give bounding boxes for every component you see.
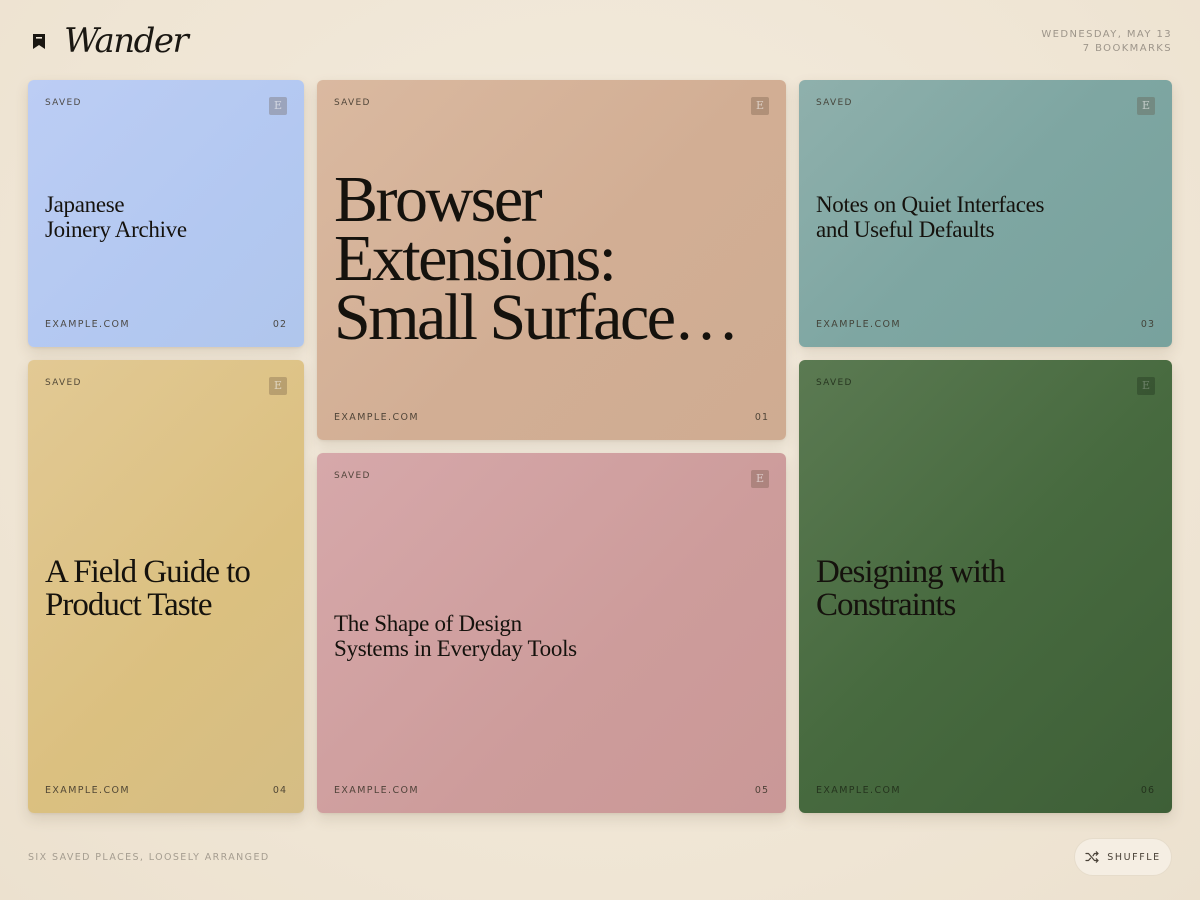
site-badge: E xyxy=(269,377,287,395)
saved-label: SAVED xyxy=(816,98,853,108)
shuffle-icon xyxy=(1085,850,1099,864)
shuffle-label: SHUFFLE xyxy=(1107,851,1161,863)
card-domain: EXAMPLE.COM xyxy=(45,319,130,330)
current-date: WEDNESDAY, MAY 13 xyxy=(1041,29,1172,40)
site-badge: E xyxy=(1137,97,1155,115)
header: Wander WEDNESDAY, MAY 13 7 BOOKMARKS xyxy=(28,18,1172,68)
title-line: Extensions: xyxy=(334,222,617,295)
app-logo[interactable]: Wander xyxy=(28,21,189,61)
title-line: Systems in Everyday Tools xyxy=(334,636,577,661)
title-line: A Field Guide to xyxy=(45,554,251,590)
bookmark-card[interactable]: SAVED E Notes on Quiet Interfaces and Us… xyxy=(799,80,1172,347)
title-line: Product Taste xyxy=(45,587,212,623)
card-title: Japanese Joinery Archive xyxy=(45,192,287,242)
title-line: Designing with xyxy=(816,554,1006,590)
card-number: 05 xyxy=(754,785,769,796)
footer-caption: SIX SAVED PLACES, LOOSELY ARRANGED xyxy=(28,852,270,863)
title-line: Joinery Archive xyxy=(45,217,187,242)
shuffle-button[interactable]: SHUFFLE xyxy=(1074,838,1172,876)
site-badge: E xyxy=(269,97,287,115)
card-title: The Shape of Design Systems in Everyday … xyxy=(334,611,769,661)
card-number: 02 xyxy=(272,319,287,330)
header-meta: WEDNESDAY, MAY 13 7 BOOKMARKS xyxy=(1041,28,1172,56)
bookmark-card[interactable]: SAVED E The Shape of Design Systems in E… xyxy=(317,453,786,813)
app-name: Wander xyxy=(64,21,189,61)
card-number: 03 xyxy=(1140,319,1155,330)
saved-label: SAVED xyxy=(45,378,82,388)
title-line: Browser xyxy=(334,163,543,236)
title-line: and Useful Defaults xyxy=(816,217,995,242)
saved-label: SAVED xyxy=(334,98,371,108)
card-domain: EXAMPLE.COM xyxy=(334,785,419,796)
bookmark-card[interactable]: SAVED E Japanese Joinery Archive EXAMPLE… xyxy=(28,80,304,347)
title-line: Japanese xyxy=(45,192,125,217)
bookmark-icon xyxy=(28,30,50,52)
card-number: 06 xyxy=(1140,785,1155,796)
card-domain: EXAMPLE.COM xyxy=(816,785,901,796)
card-domain: EXAMPLE.COM xyxy=(816,319,901,330)
site-badge: E xyxy=(751,470,769,488)
card-title: Designing with Constraints xyxy=(816,556,1155,622)
title-line: The Shape of Design xyxy=(334,611,522,636)
title-line: Notes on Quiet Interfaces xyxy=(816,192,1045,217)
card-title: A Field Guide to Product Taste xyxy=(45,556,287,622)
card-domain: EXAMPLE.COM xyxy=(334,412,419,423)
bookmark-count: 7 BOOKMARKS xyxy=(1082,43,1172,54)
saved-label: SAVED xyxy=(816,378,853,388)
site-badge: E xyxy=(751,97,769,115)
saved-label: SAVED xyxy=(334,471,371,481)
card-number: 04 xyxy=(272,785,287,796)
title-line: Small Surface… xyxy=(334,281,740,354)
card-title: Notes on Quiet Interfaces and Useful Def… xyxy=(816,192,1155,242)
site-badge: E xyxy=(1137,377,1155,395)
bookmark-card[interactable]: SAVED E Browser Extensions: Small Surfac… xyxy=(317,80,786,440)
card-title: Browser Extensions: Small Surface… xyxy=(334,163,766,354)
title-line: Constraints xyxy=(816,587,956,623)
bookmark-card[interactable]: SAVED E A Field Guide to Product Taste E… xyxy=(28,360,304,813)
bookmark-card[interactable]: SAVED E Designing with Constraints EXAMP… xyxy=(799,360,1172,813)
card-number: 01 xyxy=(754,412,769,423)
card-domain: EXAMPLE.COM xyxy=(45,785,130,796)
saved-label: SAVED xyxy=(45,98,82,108)
